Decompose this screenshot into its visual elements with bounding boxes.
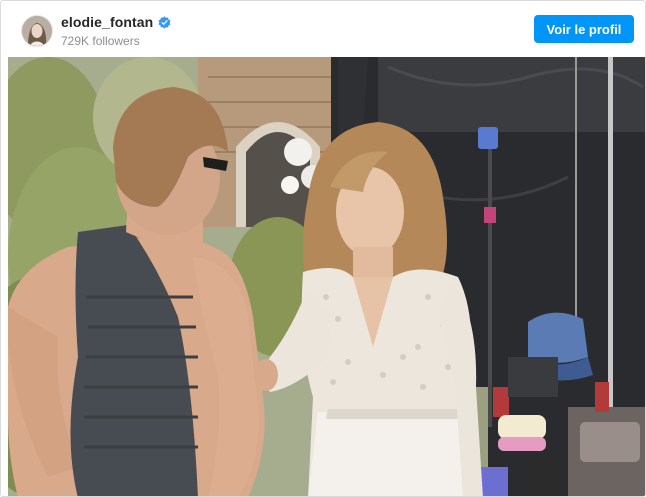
username-row: elodie_fontan <box>61 13 171 31</box>
followers-count: 729K followers <box>61 34 140 48</box>
instagram-embed: elodie_fontan 729K followers Voir le pro… <box>0 0 646 497</box>
avatar-image <box>22 16 52 46</box>
username[interactable]: elodie_fontan <box>61 14 153 30</box>
post-photo[interactable] <box>8 57 645 496</box>
post-photo-image <box>8 57 645 496</box>
user-info: elodie_fontan 729K followers <box>61 13 171 48</box>
avatar[interactable] <box>21 15 53 47</box>
view-profile-button[interactable]: Voir le profil <box>534 15 634 43</box>
post-header: elodie_fontan 729K followers Voir le pro… <box>1 1 645 57</box>
verified-badge-icon <box>158 15 171 29</box>
